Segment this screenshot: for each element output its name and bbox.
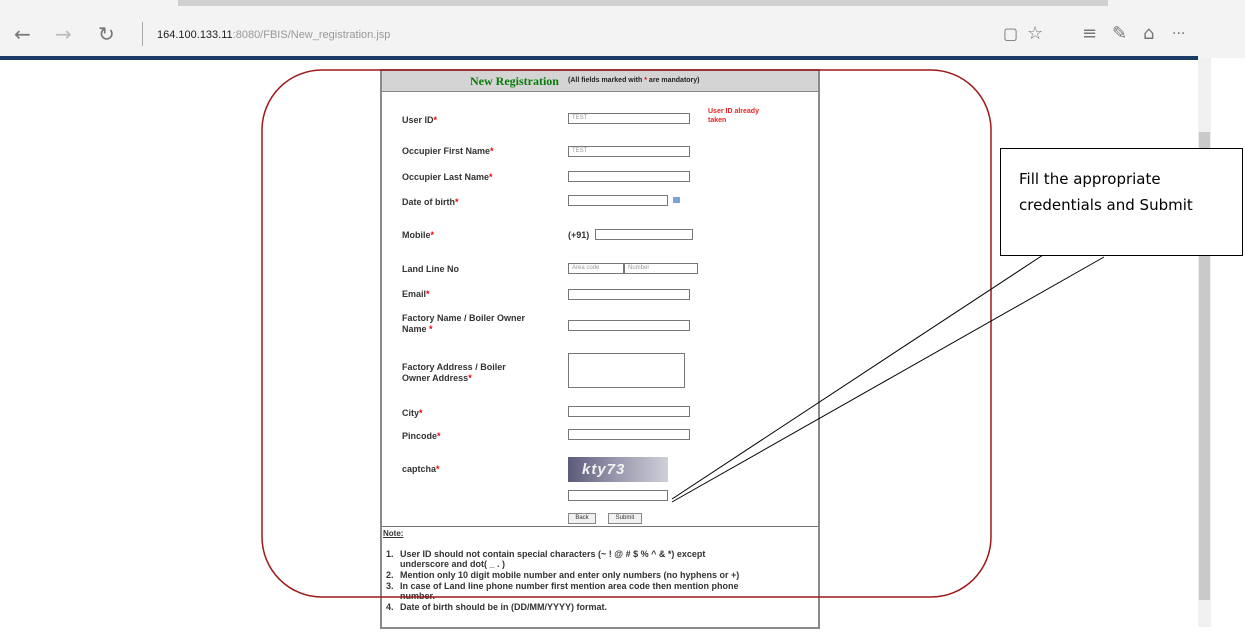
annotation-overlay: [261, 69, 1105, 598]
callout-line1: Fill the appropriate: [1019, 170, 1161, 188]
callout-text: Fill the appropriate credentials and Subm…: [1019, 166, 1239, 218]
pointer-line: [671, 254, 1044, 500]
instruction-callout: Fill the appropriate credentials and Subm…: [1000, 148, 1243, 256]
pointer-line: [671, 256, 1105, 503]
callout-line2: credentials and Submit: [1019, 196, 1193, 214]
highlight-frame: [261, 69, 992, 598]
